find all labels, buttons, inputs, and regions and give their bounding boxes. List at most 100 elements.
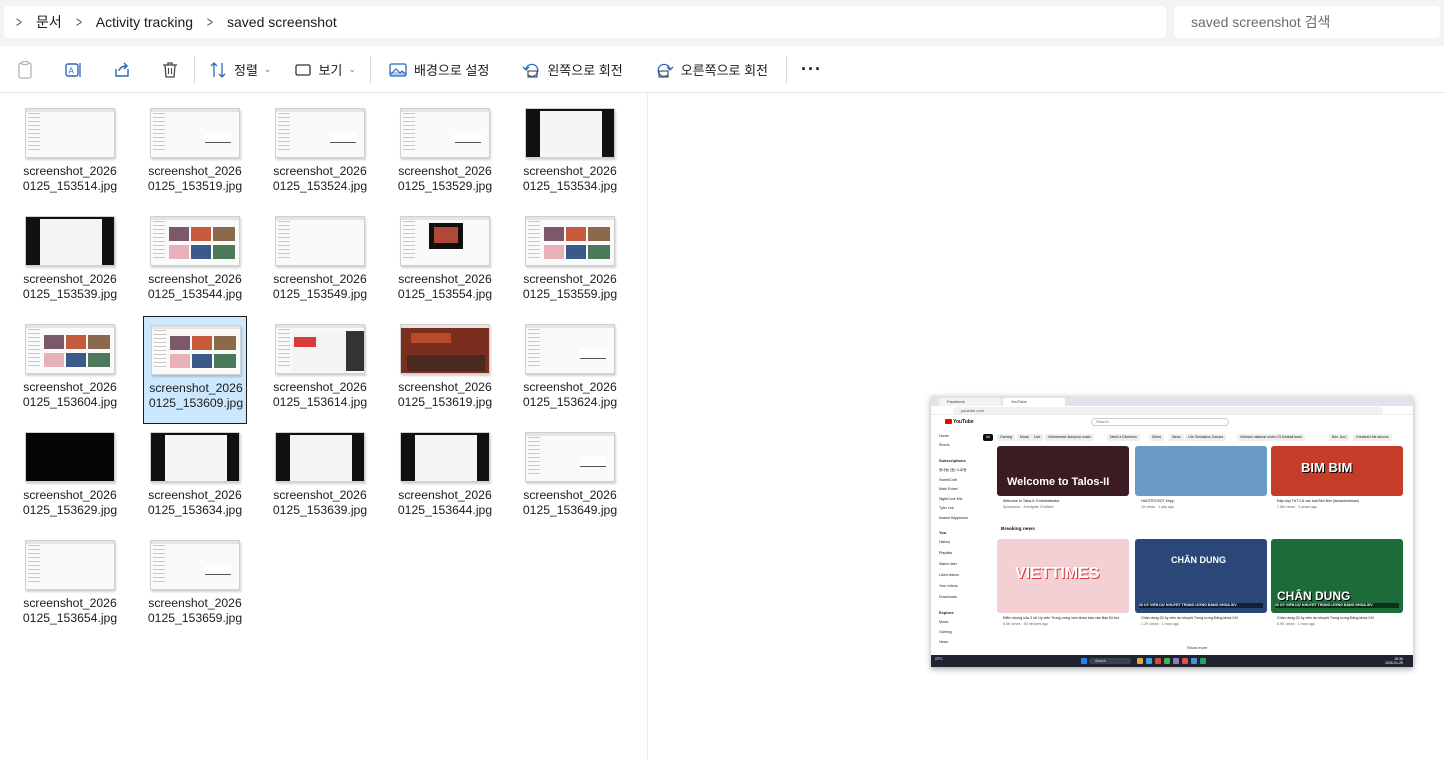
preview-chip: Greatest Hits albums bbox=[1353, 434, 1392, 441]
chevron-right-icon[interactable]: > bbox=[14, 14, 24, 31]
preview-sidebar-item: NightCove Mix bbox=[939, 496, 963, 501]
preview-sidebar-item: SweetCraft bbox=[939, 477, 957, 482]
file-item[interactable]: screenshot_20260125_153544.jpg bbox=[143, 208, 247, 316]
preview-video-meta: 5.4K views · 50 minutes ago bbox=[1003, 622, 1049, 626]
file-name: screenshot_20260125_153554.jpg bbox=[397, 272, 493, 301]
preview-url-bar: youtube.com bbox=[931, 406, 1413, 415]
file-name: screenshot_20260125_153624.jpg bbox=[522, 380, 618, 409]
file-item[interactable]: screenshot_20260125_153659.jpg bbox=[143, 532, 247, 640]
preview-video-title: Welcome to Talos-II: Endministrator bbox=[1003, 499, 1060, 503]
file-thumbnail bbox=[275, 108, 365, 158]
file-name: screenshot_20260125_153519.jpg bbox=[147, 164, 243, 193]
thumbnail-block bbox=[588, 227, 610, 241]
breadcrumb-item-activity-tracking[interactable]: Activity tracking bbox=[86, 14, 203, 30]
thumbnail-screen bbox=[165, 435, 227, 481]
thumbnail-sidebar bbox=[278, 113, 290, 153]
rotate-left-icon bbox=[521, 60, 541, 80]
chevron-right-icon[interactable]: > bbox=[205, 14, 215, 31]
file-item[interactable]: screenshot_20260125_153649.jpg bbox=[518, 424, 622, 532]
thumbnail-block bbox=[44, 335, 64, 349]
rotate-left-button[interactable]: 왼쪽으로 회전 bbox=[521, 52, 623, 88]
thumbnail-block bbox=[192, 354, 212, 368]
file-item[interactable]: screenshot_20260125_153559.jpg bbox=[518, 208, 622, 316]
file-item[interactable]: screenshot_20260125_153554.jpg bbox=[393, 208, 497, 316]
chevron-right-icon[interactable]: > bbox=[74, 14, 84, 31]
file-item[interactable]: screenshot_20260125_153644.jpg bbox=[393, 424, 497, 532]
rotate-right-button[interactable]: 오른쪽으로 회전 bbox=[655, 52, 768, 88]
preview-chip: Live bbox=[1031, 434, 1044, 441]
breadcrumb[interactable]: > 문서 > Activity tracking > saved screens… bbox=[4, 6, 1166, 38]
file-item[interactable]: screenshot_20260125_153619.jpg bbox=[393, 316, 497, 424]
windows-start-icon bbox=[1081, 658, 1087, 664]
preview-sidebar-item: Music bbox=[939, 620, 949, 624]
thumbnail-block bbox=[346, 331, 364, 371]
file-name: screenshot_20260125_153659.jpg bbox=[147, 596, 243, 625]
file-item[interactable]: screenshot_20260125_153514.jpg bbox=[18, 100, 122, 208]
sort-button[interactable]: 정렬 ⌄ bbox=[208, 52, 271, 88]
set-background-button[interactable]: 배경으로 설정 bbox=[388, 52, 489, 88]
preview-video-thumbnail: CHÂN DUNG bbox=[1271, 539, 1403, 613]
thumbnail-block bbox=[191, 245, 211, 259]
file-list-pane[interactable]: screenshot_20260125_153514.jpg screenshot… bbox=[0, 94, 648, 760]
file-name: screenshot_20260125_153514.jpg bbox=[22, 164, 118, 193]
thumbnail-sidebar bbox=[153, 221, 165, 261]
preview-video-thumbnail bbox=[1135, 446, 1267, 496]
preview-video-title: Chân dung 20 ủy viên dự khuyết Trung ươn… bbox=[1277, 616, 1375, 620]
view-button[interactable]: 보기 ⌄ bbox=[293, 52, 356, 88]
preview-thumbnail-text: VIETTIMES bbox=[1015, 565, 1100, 582]
breadcrumb-item-saved-screenshot[interactable]: saved screenshot bbox=[217, 14, 347, 30]
thumbnail-toolbar bbox=[526, 325, 614, 328]
file-item[interactable]: screenshot_20260125_153609.jpg bbox=[143, 316, 247, 424]
rename-icon: A bbox=[63, 60, 83, 80]
preview-sidebar-item: Shorts bbox=[939, 443, 950, 447]
file-name: screenshot_20260125_153639.jpg bbox=[272, 488, 368, 517]
thumbnail-screen bbox=[540, 111, 602, 157]
sort-label: 정렬 bbox=[234, 63, 258, 78]
preview-thumbnail-text: BIM BIM bbox=[1301, 460, 1353, 475]
more-options-button[interactable]: ··· bbox=[801, 52, 822, 88]
search-input[interactable]: saved screenshot 검색 bbox=[1174, 6, 1440, 38]
preview-video-thumbnail: BIM BIM bbox=[1271, 446, 1403, 496]
thumbnail-sidebar bbox=[28, 329, 40, 369]
paste-button[interactable] bbox=[15, 52, 37, 88]
preview-taskbar-search: Search bbox=[1089, 658, 1131, 664]
breadcrumb-item-documents[interactable]: 문서 bbox=[26, 12, 72, 32]
preview-video-meta: 1.8M views · 3 years ago bbox=[1277, 505, 1317, 509]
preview-search-box: Search bbox=[1091, 418, 1229, 426]
file-name: screenshot_20260125_153609.jpg bbox=[148, 381, 244, 410]
delete-button[interactable] bbox=[160, 52, 182, 88]
file-item[interactable]: screenshot_20260125_153549.jpg bbox=[268, 208, 372, 316]
thumbnail-block bbox=[214, 336, 236, 350]
preview-sidebar-item: Mark Rober bbox=[939, 487, 958, 491]
sort-icon bbox=[208, 60, 228, 80]
thumbnail-sidebar bbox=[403, 113, 415, 153]
preview-video-title: Đập hộp TẤT CẢ các loại Bim Bim (#snackv… bbox=[1277, 499, 1360, 503]
svg-text:A: A bbox=[69, 66, 75, 75]
preview-sidebar-item: 동네놈 (동) 노로동 bbox=[939, 468, 967, 472]
file-item[interactable]: screenshot_20260125_153519.jpg bbox=[143, 100, 247, 208]
preview-video-meta: Sponsored · Arknights: Endfield bbox=[1003, 505, 1054, 509]
preview-sidebar-item: Explore bbox=[939, 610, 954, 615]
file-item[interactable]: screenshot_20260125_153524.jpg bbox=[268, 100, 372, 208]
thumbnail-block bbox=[192, 336, 212, 350]
app-icon bbox=[1191, 658, 1197, 664]
thumbnail-toolbar bbox=[276, 109, 364, 112]
file-item[interactable]: screenshot_20260125_153534.jpg bbox=[518, 100, 622, 208]
file-item[interactable]: screenshot_20260125_153654.jpg bbox=[18, 532, 122, 640]
file-item[interactable]: screenshot_20260125_153614.jpg bbox=[268, 316, 372, 424]
file-item[interactable]: screenshot_20260125_153624.jpg bbox=[518, 316, 622, 424]
file-item[interactable]: screenshot_20260125_153629.jpg bbox=[18, 424, 122, 532]
file-item[interactable]: screenshot_20260125_153639.jpg bbox=[268, 424, 372, 532]
file-item[interactable]: screenshot_20260125_153539.jpg bbox=[18, 208, 122, 316]
thumbnail-toolbar bbox=[401, 109, 489, 112]
file-thumbnail bbox=[150, 432, 240, 482]
thumbnail-block bbox=[88, 353, 110, 367]
preview-section-title: Breaking news bbox=[1001, 527, 1035, 532]
rename-button[interactable]: A bbox=[63, 52, 85, 88]
thumbnail-block bbox=[88, 335, 110, 349]
file-item[interactable]: screenshot_20260125_153529.jpg bbox=[393, 100, 497, 208]
file-item[interactable]: screenshot_20260125_153604.jpg bbox=[18, 316, 122, 424]
share-button[interactable] bbox=[112, 52, 134, 88]
file-item[interactable]: screenshot_20260125_153634.jpg bbox=[143, 424, 247, 532]
preview-sidebar-item: History bbox=[939, 540, 951, 544]
